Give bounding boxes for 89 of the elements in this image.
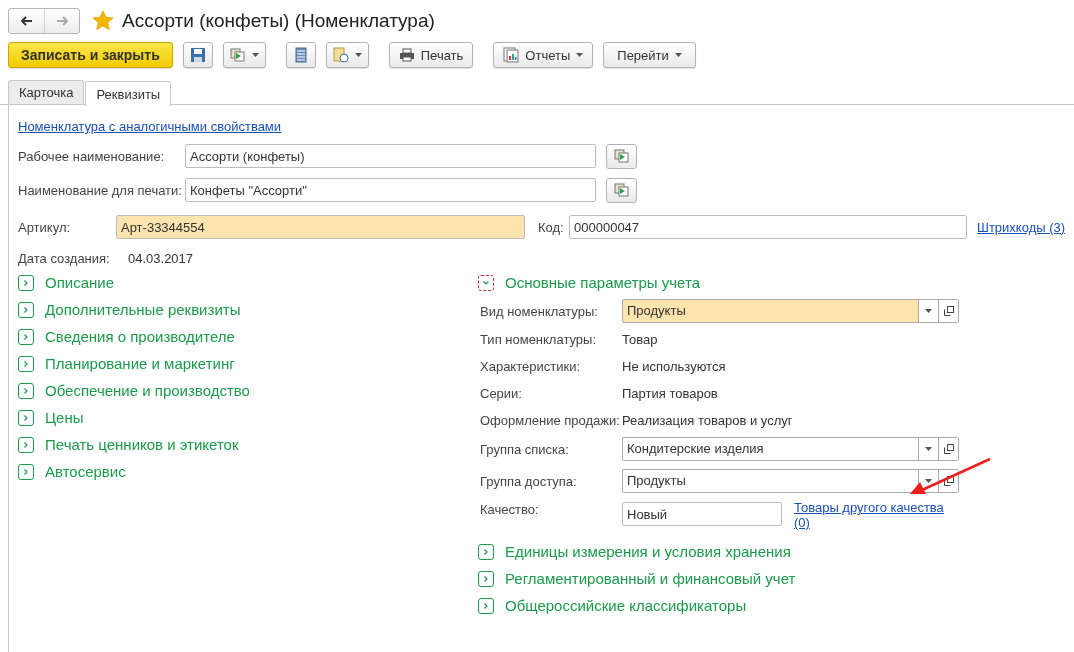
field-value: Реализация товаров и услуг <box>622 413 793 428</box>
print-button[interactable]: Печать <box>388 42 474 68</box>
select-field[interactable]: Продукты <box>622 469 959 493</box>
star-icon[interactable] <box>92 10 114 32</box>
report-icon <box>503 47 520 63</box>
field-label: Оформление продажи: <box>480 413 621 428</box>
toggle-icon[interactable] <box>478 274 494 291</box>
field-label: Вид номенклатуры: <box>480 303 599 319</box>
open-button[interactable] <box>938 438 958 460</box>
field-value: Не используются <box>622 359 726 374</box>
document-icon <box>332 47 349 63</box>
toggle-icon[interactable] <box>18 355 34 372</box>
link[interactable]: Штрихкоды (3) <box>977 219 1066 235</box>
link[interactable]: Товары другого качества (0) <box>794 500 954 530</box>
field-value: 04.03.2017 <box>128 250 194 266</box>
caret-icon <box>674 53 682 57</box>
field-label: Серии: <box>480 386 523 401</box>
field-label: Характеристики: <box>480 359 581 374</box>
caret-icon <box>925 309 932 313</box>
toggle-icon[interactable] <box>18 463 34 480</box>
caret-icon <box>354 53 362 57</box>
group-title[interactable]: Цены <box>45 409 84 426</box>
input-field[interactable]: Новый <box>622 502 782 526</box>
group-title[interactable]: Единицы измерения и условия хранения <box>505 543 791 560</box>
copy-icon <box>229 48 246 62</box>
input-field[interactable]: Арт-33344554 <box>116 215 525 239</box>
caret-icon <box>925 479 932 483</box>
input-field[interactable]: 000000047 <box>569 215 967 239</box>
open-window-icon <box>943 444 954 454</box>
toggle-icon[interactable] <box>18 301 34 318</box>
field-label: Рабочее наименование: <box>18 148 166 164</box>
group-title[interactable]: Общероссийские классификаторы <box>505 597 747 614</box>
field-label: Код: <box>538 219 565 235</box>
toggle-icon[interactable] <box>18 328 34 345</box>
copy-icon <box>613 183 630 197</box>
toggle-icon[interactable] <box>18 409 34 426</box>
field-label: Наименование для печати: <box>18 182 183 198</box>
toggle-icon[interactable] <box>18 382 34 399</box>
printer-icon <box>398 48 415 62</box>
field-label: Дата создания: <box>18 250 111 266</box>
dropdown-button[interactable] <box>918 300 938 322</box>
caret-icon <box>925 447 932 451</box>
caret-icon <box>251 53 259 57</box>
copy-icon <box>613 149 630 163</box>
input-field[interactable]: Ассорти (конфеты) <box>185 144 596 168</box>
save-close-button[interactable]: Записать и закрыть <box>8 42 173 68</box>
field-label: Группа доступа: <box>480 473 578 489</box>
group-title[interactable]: Описание <box>45 274 115 291</box>
list-button[interactable] <box>285 42 316 68</box>
group-title[interactable]: Обеспечение и производство <box>45 382 250 399</box>
window-title: Ассорти (конфеты) (Номенклатура) <box>122 10 435 32</box>
field-label: Группа списка: <box>480 441 570 457</box>
toggle-icon[interactable] <box>18 274 34 291</box>
open-button[interactable] <box>938 300 958 322</box>
group-title[interactable]: Сведения о производителе <box>45 328 235 345</box>
open-window-icon <box>943 476 954 486</box>
open-window-icon <box>943 306 954 316</box>
group-title[interactable]: Печать ценников и этикеток <box>45 436 239 453</box>
select-field[interactable]: Продукты <box>622 299 959 323</box>
tab[interactable]: Реквизиты <box>85 81 172 106</box>
field-value: Товар <box>622 332 658 347</box>
toggle-icon[interactable] <box>18 436 34 453</box>
left-arrow-icon <box>20 16 33 26</box>
field-value: Партия товаров <box>622 386 718 401</box>
list-icon <box>294 47 307 63</box>
goto-button[interactable]: Перейти <box>603 42 696 68</box>
caret-icon <box>576 53 584 57</box>
toggle-icon[interactable] <box>478 543 494 560</box>
group-title[interactable]: Автосервис <box>45 463 126 480</box>
field-label: Качество: <box>480 502 540 517</box>
toggle-icon[interactable] <box>478 597 494 614</box>
select-field[interactable]: Кондитерские изделия <box>622 437 959 461</box>
reports-button[interactable]: Отчеты <box>493 42 594 68</box>
field-label: Тип номенклатуры: <box>480 332 598 347</box>
group-title[interactable]: Дополнительные реквизиты <box>45 301 241 318</box>
copy-button[interactable] <box>606 177 637 203</box>
copy-button[interactable] <box>606 143 637 169</box>
group-title[interactable]: Основные параметры учета <box>505 274 700 291</box>
right-arrow-icon <box>56 16 68 26</box>
document-menu-button[interactable] <box>325 42 369 68</box>
save-button[interactable] <box>182 42 213 68</box>
input-field[interactable]: Конфеты "Ассорти" <box>185 178 596 202</box>
group-title[interactable]: Планирование и маркетинг <box>45 355 235 372</box>
field-label: Артикул: <box>18 219 72 235</box>
tab[interactable]: Карточка <box>8 80 85 104</box>
copy-menu-button[interactable] <box>222 42 266 68</box>
group-title[interactable]: Регламентированный и финансовый учет <box>505 570 796 587</box>
toggle-icon[interactable] <box>478 570 494 587</box>
link[interactable]: Номенклатура с аналогичными свойствами <box>18 119 282 134</box>
